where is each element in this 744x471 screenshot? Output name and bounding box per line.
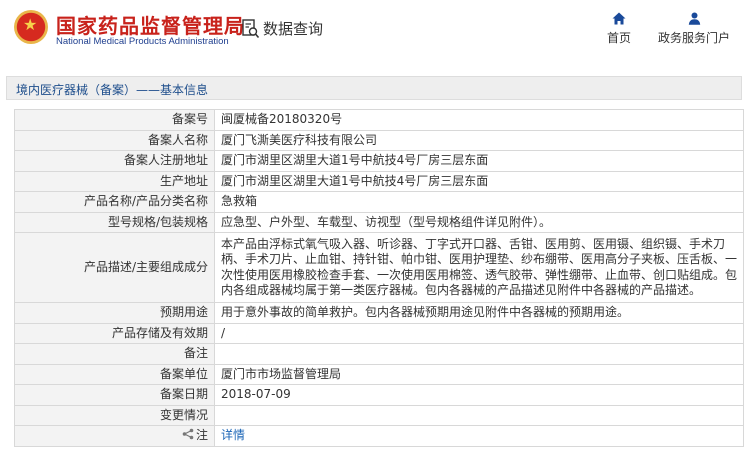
table-row: 备案人注册地址 厦门市湖里区湖里大道1号中航技4号厂房三层东面 [14, 150, 744, 172]
field-label: 备注 [14, 343, 215, 365]
table-row: 备案号 闽厦械备20180320号 [14, 109, 744, 131]
detail-table: 备案号 闽厦械备20180320号 备案人名称 厦门飞澌美医疗科技有限公司 备案… [14, 109, 744, 447]
field-label: 生产地址 [14, 170, 215, 192]
user-icon [655, 12, 733, 25]
field-label: 预期用途 [14, 302, 215, 324]
note-label-cell: 注 [14, 425, 215, 447]
field-label: 注 [195, 428, 208, 443]
section-header: 境内医疗器械（备案）——基本信息 [6, 76, 742, 100]
table-row: 备案日期 2018-07-09 [14, 384, 744, 406]
table-row: 变更情况 [14, 404, 744, 426]
section-title: 境内医疗器械（备案）——基本信息 [16, 83, 209, 97]
document-search-icon [242, 18, 260, 39]
field-label: 备案号 [14, 109, 215, 131]
field-label: 备案单位 [14, 363, 215, 385]
table-row: 备注 [14, 343, 744, 365]
site-header: 国家药品监督管理局 National Medical Products Admi… [0, 0, 744, 58]
field-value: 厦门飞澌美医疗科技有限公司 [214, 129, 744, 151]
field-label: 备案人注册地址 [14, 150, 215, 172]
field-value: 闽厦械备20180320号 [214, 109, 744, 131]
table-row: 生产地址 厦门市湖里区湖里大道1号中航技4号厂房三层东面 [14, 170, 744, 192]
field-value [214, 404, 744, 426]
field-value: 厦门市市场监督管理局 [214, 363, 744, 385]
table-row: 产品描述/主要组成成分 本产品由浮标式氧气吸入器、听诊器、丁字式开口器、舌钳、医… [14, 232, 744, 303]
table-row: 注 详情 [14, 425, 744, 447]
emblem-logo[interactable] [14, 10, 48, 44]
table-row: 产品名称/产品分类名称 急救箱 [14, 191, 744, 213]
nav-service-portal-label: 政务服务门户 [657, 31, 730, 45]
site-title[interactable]: 国家药品监督管理局 [56, 10, 245, 39]
nav-service-portal[interactable]: 政务服务门户 [655, 12, 733, 46]
table-row: 备案人名称 厦门飞澌美医疗科技有限公司 [14, 129, 744, 151]
field-label: 备案人名称 [14, 129, 215, 151]
field-value: / [214, 322, 744, 344]
field-value: 2018-07-09 [214, 384, 744, 406]
details-link[interactable]: 详情 [221, 428, 245, 442]
field-value [214, 343, 744, 365]
field-label: 变更情况 [14, 404, 215, 426]
field-value: 用于意外事故的简单救护。包内各器械预期用途见附件中各器械的预期用途。 [214, 302, 744, 324]
table-row: 产品存储及有效期 / [14, 322, 744, 344]
field-value: 厦门市湖里区湖里大道1号中航技4号厂房三层东面 [214, 150, 744, 172]
field-value: 急救箱 [214, 191, 744, 213]
share-icon [182, 428, 194, 440]
data-query-label: 数据查询 [263, 20, 324, 38]
home-icon [600, 12, 638, 25]
field-value-cell: 详情 [214, 425, 744, 447]
table-row: 预期用途 用于意外事故的简单救护。包内各器械预期用途见附件中各器械的预期用途。 [14, 302, 744, 324]
field-label: 备案日期 [14, 384, 215, 406]
field-label: 产品描述/主要组成成分 [14, 232, 215, 303]
field-label: 产品名称/产品分类名称 [14, 191, 215, 213]
field-value: 本产品由浮标式氧气吸入器、听诊器、丁字式开口器、舌钳、医用剪、医用镊、组织镊、手… [214, 232, 744, 303]
field-value: 厦门市湖里区湖里大道1号中航技4号厂房三层东面 [214, 170, 744, 192]
nav-home[interactable]: 首页 [600, 12, 638, 46]
field-label: 产品存储及有效期 [14, 322, 215, 344]
nav-home-label: 首页 [606, 31, 631, 45]
table-row: 型号规格/包装规格 应急型、户外型、车载型、访视型（型号规格组件详见附件）。 [14, 211, 744, 233]
field-label: 型号规格/包装规格 [14, 211, 215, 233]
field-value: 应急型、户外型、车载型、访视型（型号规格组件详见附件）。 [214, 211, 744, 233]
site-subtitle: National Medical Products Administration [56, 36, 229, 47]
data-query-link[interactable]: 数据查询 [242, 18, 323, 39]
table-row: 备案单位 厦门市市场监督管理局 [14, 363, 744, 385]
